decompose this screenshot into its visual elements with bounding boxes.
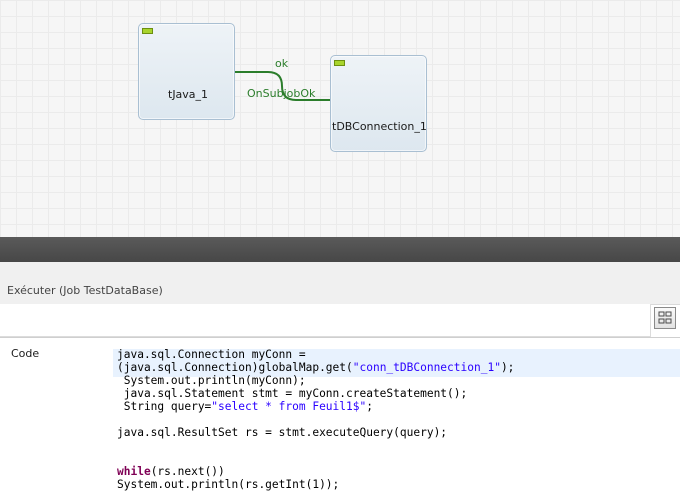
- tdbconnection-component-label: tDBConnection_1: [332, 120, 427, 133]
- code-line-7: while(rs.next()): [117, 465, 225, 478]
- layout-toggle-button[interactable]: [654, 307, 676, 329]
- panel-title: Exécuter (Job TestDataBase): [7, 284, 163, 297]
- code-line-2: (java.sql.Connection)globalMap.get("conn…: [117, 361, 515, 374]
- tdbconnection-status-indicator: [334, 60, 345, 66]
- code-line-3: System.out.println(myConn);: [117, 374, 306, 387]
- layout-toggle-icon: [658, 311, 672, 324]
- code-editor[interactable]: java.sql.Connection myConn = (java.sql.C…: [113, 346, 680, 496]
- tdbconnection-component[interactable]: [330, 55, 427, 152]
- code-line-4: java.sql.Statement stmt = myConn.createS…: [117, 387, 468, 400]
- job-design-canvas[interactable]: 0 T tJava_1 tDBConnection_1 ok OnSubjobO…: [0, 0, 680, 237]
- tjava-status-indicator: [142, 28, 153, 34]
- code-field-label: Code: [11, 347, 40, 360]
- code-line-5: String query="select * from Feuil1$";: [117, 400, 373, 413]
- code-line-8: System.out.println(rs.getInt(1));: [117, 478, 340, 491]
- code-line-1: java.sql.Connection myConn =: [117, 348, 306, 361]
- tjava-component-label: tJava_1: [168, 88, 209, 101]
- panel-toolbar-strip: [0, 304, 651, 337]
- link-label-onsubjobok[interactable]: OnSubjobOk: [247, 87, 315, 100]
- code-line-6: java.sql.ResultSet rs = stmt.executeQuer…: [117, 426, 448, 439]
- link-label-ok[interactable]: ok: [275, 57, 288, 70]
- tjava-component[interactable]: [138, 23, 235, 120]
- view-separator-bar[interactable]: [0, 237, 680, 262]
